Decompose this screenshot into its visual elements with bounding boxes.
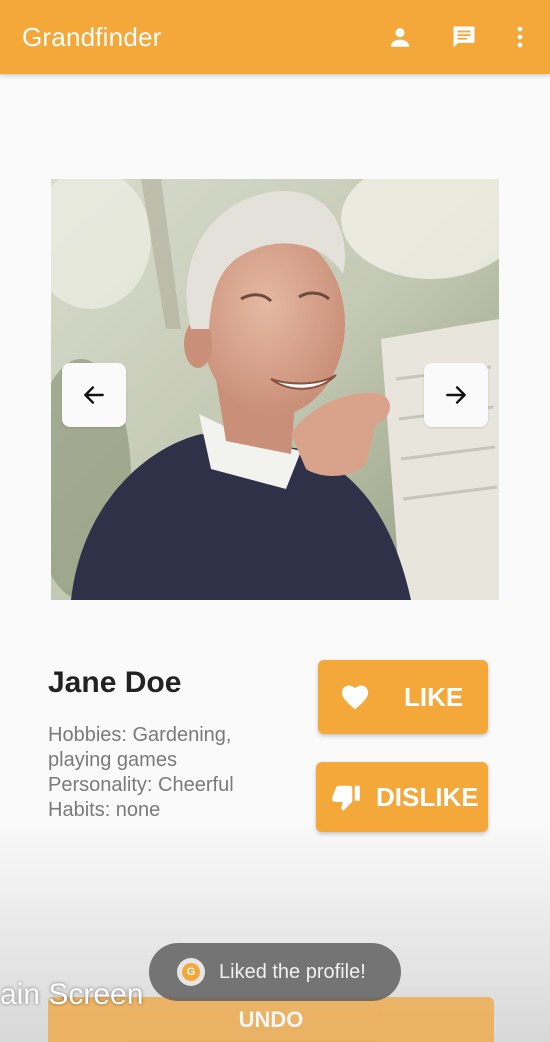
toast-notification: G Liked the profile! (149, 943, 401, 1001)
thumb-down-icon (332, 785, 360, 811)
profile-hobbies: Hobbies: Gardening, playing games (48, 724, 232, 771)
profile-details: Hobbies: Gardening, playing games Person… (48, 723, 298, 823)
app-bar: Grandfinder (0, 0, 550, 74)
app-title: Grandfinder (22, 22, 162, 52)
profile-habits: Habits: none (48, 799, 161, 821)
more-vert-icon[interactable] (504, 21, 536, 53)
like-button[interactable]: LIKE (318, 660, 488, 734)
arrow-right-icon (446, 386, 466, 404)
heart-icon (341, 685, 369, 710)
app-badge-letter: G (182, 963, 200, 981)
dislike-button[interactable]: DISLIKE (316, 762, 488, 832)
profile-personality: Personality: Cheerful (48, 774, 234, 796)
app-badge-icon: G (177, 958, 205, 986)
previous-photo-button[interactable] (62, 363, 126, 427)
toast-message: Liked the profile! (219, 960, 366, 983)
profile-name: Jane Doe (48, 666, 182, 699)
chat-icon[interactable] (448, 21, 480, 53)
caption-overlay: ain Screen (0, 978, 144, 1011)
next-photo-button[interactable] (424, 363, 488, 427)
like-label: LIKE (404, 681, 464, 712)
dislike-label: DISLIKE (376, 781, 479, 812)
arrow-left-icon (84, 386, 104, 404)
person-icon[interactable] (384, 21, 416, 53)
